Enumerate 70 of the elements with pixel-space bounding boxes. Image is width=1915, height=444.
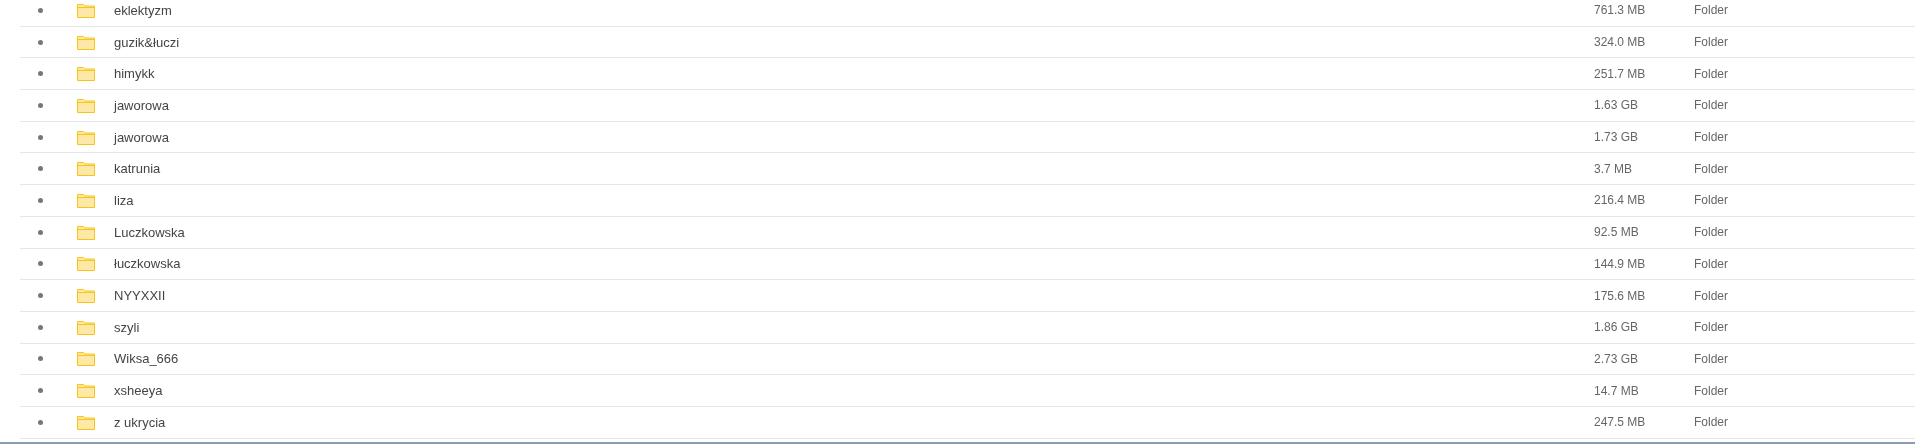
folder-icon — [77, 224, 95, 240]
file-size: 216.4 MB — [1594, 193, 1647, 208]
file-type: Folder — [1694, 130, 1728, 145]
file-type: Folder — [1694, 35, 1728, 50]
bullet-icon — [38, 71, 43, 77]
file-name[interactable]: himykk — [114, 66, 1594, 82]
folder-icon — [77, 97, 95, 113]
bullet-icon — [38, 229, 43, 235]
file-size: 247.5 MB — [1594, 415, 1647, 430]
folder-icon — [77, 256, 95, 272]
file-name[interactable]: z ukrycia — [114, 414, 1594, 430]
file-name[interactable]: szyli — [114, 319, 1594, 335]
bullet-icon — [38, 356, 43, 362]
file-size: 2.73 GB — [1594, 351, 1640, 366]
file-type: Folder — [1694, 161, 1728, 176]
file-size: 761.3 MB — [1594, 3, 1647, 18]
file-name[interactable]: liza — [114, 192, 1594, 208]
folder-icon — [77, 351, 95, 367]
file-size: 92.5 MB — [1594, 225, 1640, 240]
file-name[interactable]: łuczkowska — [114, 256, 1594, 272]
file-name[interactable]: Luczkowska — [114, 224, 1594, 240]
bullet-icon — [38, 7, 43, 13]
file-type: Folder — [1694, 193, 1728, 208]
bullet-icon — [38, 261, 43, 267]
file-name[interactable]: Wiksa_666 — [114, 351, 1594, 367]
bullet-icon — [38, 324, 43, 330]
file-size: 3.7 MB — [1594, 161, 1633, 176]
file-type: Folder — [1694, 415, 1728, 430]
folder-icon — [77, 129, 95, 145]
bullet-icon — [38, 197, 43, 203]
file-name[interactable]: eklektyzm — [114, 2, 1594, 18]
file-type: Folder — [1694, 383, 1728, 398]
bullet-icon — [38, 166, 43, 172]
file-name[interactable]: jaworowa — [114, 97, 1594, 113]
bullet-icon — [38, 419, 43, 425]
file-size: 1.63 GB — [1594, 98, 1640, 113]
bullet-icon — [38, 134, 43, 140]
folder-icon — [77, 414, 95, 430]
file-size: 1.86 GB — [1594, 320, 1640, 335]
file-type: Folder — [1694, 320, 1728, 335]
file-type: Folder — [1694, 3, 1728, 18]
file-name[interactable]: xsheeya — [114, 383, 1594, 399]
bullet-icon — [38, 388, 43, 394]
folder-icon — [77, 66, 95, 82]
folder-icon — [77, 192, 95, 208]
file-size: 14.7 MB — [1594, 383, 1640, 398]
bullet-icon — [38, 102, 43, 108]
file-size: 324.0 MB — [1594, 35, 1647, 50]
file-type: Folder — [1694, 98, 1728, 113]
file-size: 1.73 GB — [1594, 130, 1640, 145]
file-type: Folder — [1694, 256, 1728, 271]
file-size: 144.9 MB — [1594, 256, 1647, 271]
file-type: Folder — [1694, 288, 1728, 303]
bullet-icon — [38, 39, 43, 45]
file-name[interactable]: katrunia — [114, 161, 1594, 177]
file-size: 175.6 MB — [1594, 288, 1647, 303]
folder-icon — [77, 383, 95, 399]
file-size: 251.7 MB — [1594, 66, 1647, 81]
folder-icon — [77, 319, 95, 335]
file-name[interactable]: jaworowa — [114, 129, 1594, 145]
bullet-icon — [38, 293, 43, 299]
file-type: Folder — [1694, 351, 1728, 366]
folder-icon — [77, 161, 95, 177]
file-name[interactable]: guzik&łuczi — [114, 34, 1594, 50]
file-type: Folder — [1694, 66, 1728, 81]
folder-icon — [77, 34, 95, 50]
file-type: Folder — [1694, 225, 1728, 240]
folder-icon — [77, 2, 95, 18]
folder-icon — [77, 288, 95, 304]
file-name[interactable]: NYYXXII — [114, 288, 1594, 304]
